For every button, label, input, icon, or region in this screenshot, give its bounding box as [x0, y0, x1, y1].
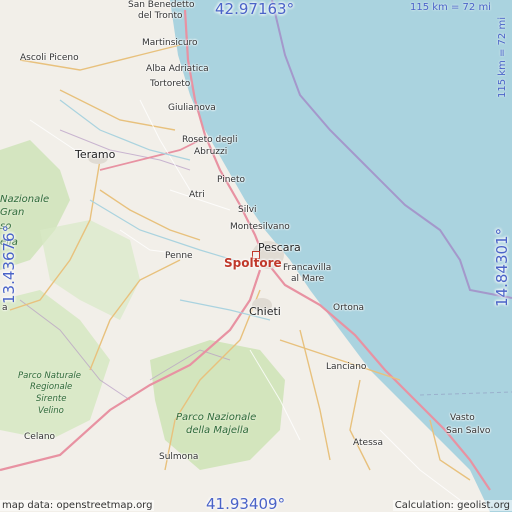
coordinate-left: 13.43676°	[0, 224, 18, 304]
place-label: Celano	[24, 432, 56, 442]
place-label: Teramo	[75, 148, 116, 161]
calculation-credit[interactable]: Calculation: geolist.org	[392, 500, 512, 511]
place-label: Chieti	[249, 305, 281, 318]
place-label: San Benedetto	[128, 0, 195, 10]
place-label: Abruzzi	[194, 147, 228, 157]
place-label: Ortona	[333, 303, 365, 313]
park-label: Velino	[38, 406, 64, 416]
place-label: Sulmona	[159, 452, 199, 462]
park-label: della Majella	[186, 425, 249, 436]
coordinate-right: 14.84301°	[493, 227, 511, 307]
place-label: Lanciano	[326, 362, 367, 372]
place-label: Atri	[189, 190, 205, 200]
place-label: Giulianova	[168, 103, 216, 113]
place-label: Penne	[165, 251, 193, 261]
place-label: Silvi	[238, 205, 257, 215]
place-label: Vasto	[450, 413, 475, 423]
coordinate-top: 42.97163°	[215, 0, 295, 18]
location-marker-label: Spoltore	[224, 256, 282, 270]
place-label: Pescara	[258, 241, 301, 254]
map-view[interactable]: San Benedetto del Tronto Martinsicuro As…	[0, 0, 512, 512]
map-attribution[interactable]: map data: openstreetmap.org	[0, 500, 155, 511]
park-label: Regionale	[30, 382, 73, 392]
place-label: San Salvo	[446, 426, 491, 436]
place-label: Pineto	[217, 175, 246, 185]
place-label: Martinsicuro	[142, 38, 198, 48]
coordinate-bottom: 41.93409°	[206, 495, 286, 512]
scale-label-right: 115 km = 72 mi	[496, 17, 508, 98]
place-label: Ascoli Piceno	[20, 53, 79, 63]
place-label: al Mare	[291, 274, 325, 284]
place-label: Tortoreto	[150, 79, 191, 89]
park-label: Parco Nazionale	[176, 412, 257, 423]
place-label: del Tronto	[138, 11, 183, 21]
place-label: Atessa	[353, 438, 383, 448]
place-label: Alba Adriatica	[146, 64, 209, 74]
place-label: a	[2, 303, 8, 313]
place-label: Francavilla	[283, 263, 332, 273]
place-label: Montesilvano	[230, 222, 290, 232]
park-label: Parco Naturale	[18, 371, 81, 381]
place-label: Roseto degli	[182, 135, 238, 145]
park-label: Nazionale	[0, 194, 50, 205]
scale-label-top: 115 km = 72 mi	[410, 2, 491, 13]
park-label: Sirente	[36, 394, 67, 404]
